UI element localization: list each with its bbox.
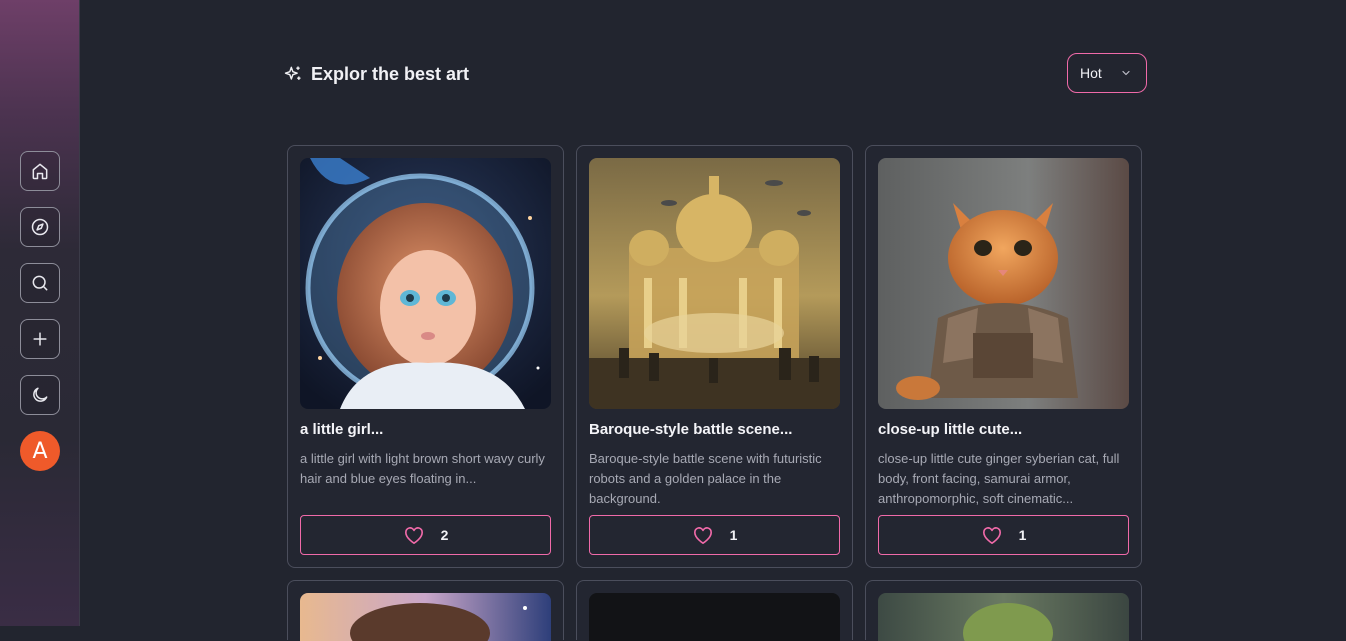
like-button[interactable]: 1 (589, 515, 840, 555)
card-description: close-up little cute ginger syberian cat… (878, 451, 1120, 506)
explore-button[interactable] (20, 207, 60, 247)
search-icon (32, 275, 48, 291)
like-count: 1 (729, 527, 738, 543)
home-button[interactable] (20, 151, 60, 191)
sparkles-icon (284, 66, 301, 80)
art-card[interactable]: close-up little cute... close-up little … (865, 145, 1142, 568)
chevron-down-icon (1122, 70, 1130, 76)
page-header: Explor the best art (283, 62, 469, 86)
sidebar: A (0, 0, 80, 626)
home-icon (32, 163, 48, 180)
heart-icon (693, 527, 712, 544)
card-title: a little girl... (300, 421, 384, 438)
plus-icon (33, 332, 47, 346)
compass-icon (31, 218, 49, 236)
art-image[interactable] (300, 593, 551, 641)
search-button[interactable] (20, 263, 60, 303)
heart-icon (982, 527, 1001, 544)
card-description: Baroque-style battle scene with futurist… (589, 451, 822, 506)
like-button[interactable]: 2 (300, 515, 551, 555)
heart-icon (404, 527, 423, 544)
art-image[interactable] (589, 593, 840, 641)
avatar[interactable]: A (20, 431, 60, 471)
card-description: a little girl with light brown short wav… (300, 451, 545, 486)
art-image[interactable] (300, 158, 551, 409)
like-count: 2 (440, 527, 449, 543)
page-title: Explor the best art (311, 63, 470, 84)
art-card[interactable] (287, 580, 564, 641)
card-title: close-up little cute... (878, 421, 1023, 438)
art-image[interactable] (878, 593, 1129, 641)
art-image[interactable] (589, 158, 840, 409)
art-card[interactable]: Baroque-style battle scene... Baroque-st… (576, 145, 853, 568)
create-button[interactable] (20, 319, 60, 359)
theme-toggle-button[interactable] (20, 375, 60, 415)
like-button[interactable]: 1 (878, 515, 1129, 555)
art-card[interactable] (576, 580, 853, 641)
moon-icon (33, 387, 48, 402)
art-image[interactable] (878, 158, 1129, 409)
like-count: 1 (1018, 527, 1027, 543)
card-title: Baroque-style battle scene... (589, 421, 793, 438)
sort-select-value: Hot (1080, 65, 1102, 81)
avatar-initial: A (32, 438, 48, 464)
art-card[interactable] (865, 580, 1142, 641)
sort-select[interactable]: Hot (1067, 53, 1147, 93)
art-card[interactable]: a little girl... a little girl with ligh… (287, 145, 564, 568)
